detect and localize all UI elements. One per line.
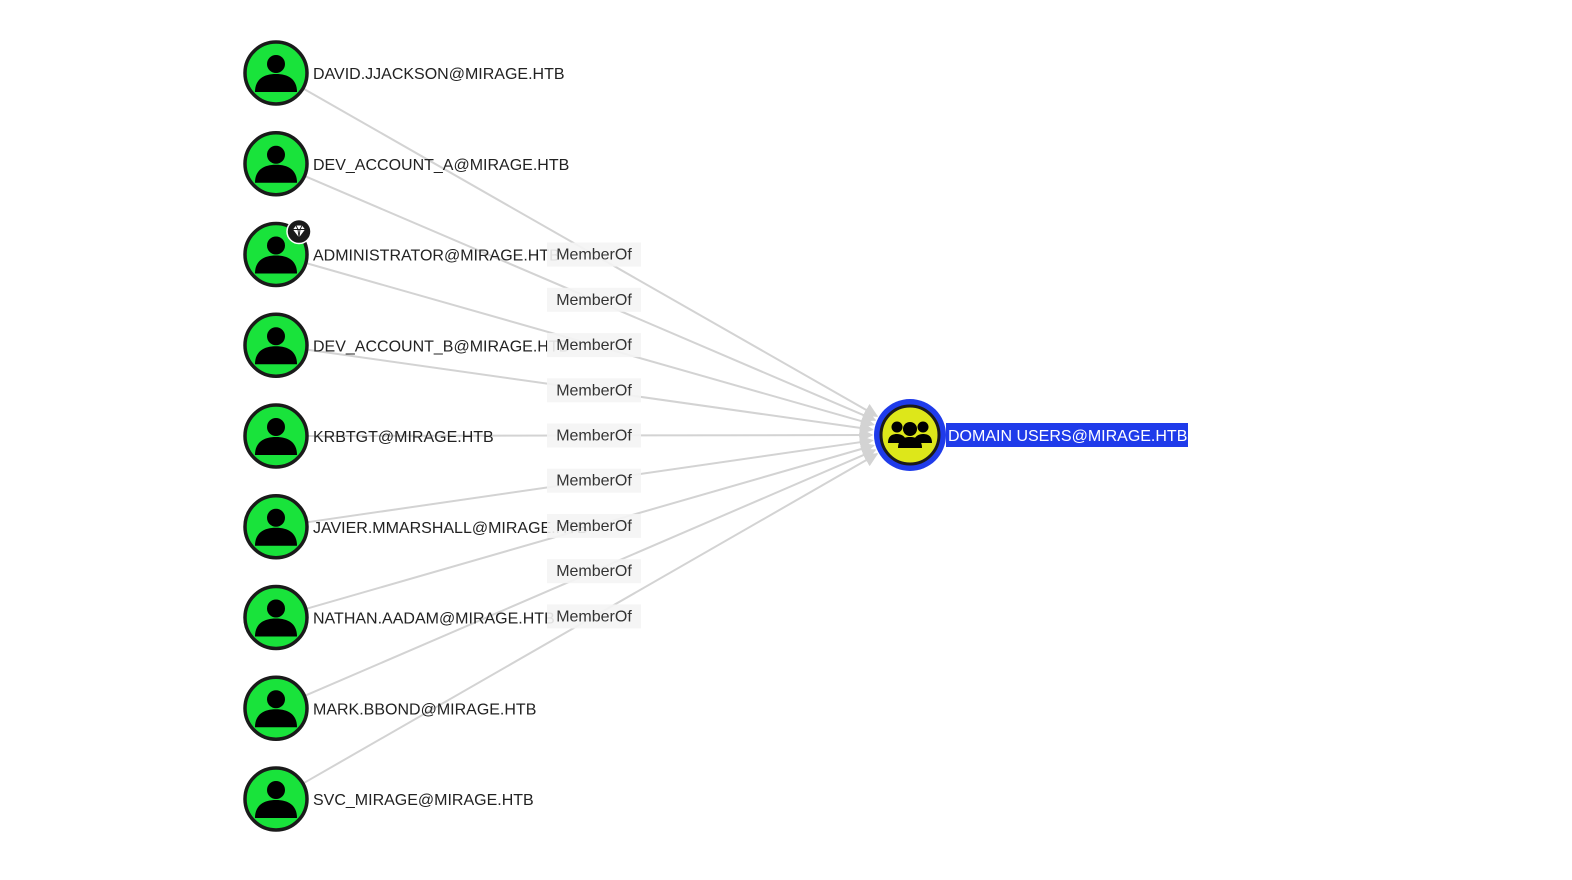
user-node-label: MARK.BBOND@MIRAGE.HTB (313, 701, 536, 718)
edge-label-text: MemberOf (556, 247, 632, 264)
user-node[interactable] (243, 494, 309, 560)
edge-label: MemberOf (547, 604, 641, 629)
user-node-label: SVC_MIRAGE@MIRAGE.HTB (313, 792, 534, 809)
edge-label: MemberOf (547, 287, 641, 312)
gem-icon (286, 218, 312, 245)
user-node[interactable] (243, 766, 309, 832)
edge-label-text: MemberOf (556, 518, 632, 535)
edge-label-text: MemberOf (556, 608, 632, 625)
edge-label: MemberOf (547, 378, 641, 403)
edge-label-text: MemberOf (556, 473, 632, 490)
user-node-label: DEV_ACCOUNT_A@MIRAGE.HTB (313, 157, 569, 174)
edge-label-text: MemberOf (556, 382, 632, 399)
user-node[interactable] (243, 675, 309, 741)
user-node[interactable] (243, 584, 309, 651)
edge-label: MemberOf (547, 559, 641, 584)
edge-label-text: MemberOf (556, 292, 632, 309)
user-node[interactable] (243, 403, 309, 469)
user-node-label: KRBTGT@MIRAGE.HTB (313, 429, 494, 446)
edge-label-text: MemberOf (556, 427, 632, 444)
edge-label: MemberOf (547, 423, 641, 448)
edge-label: MemberOf (547, 242, 641, 267)
edge-label: MemberOf (547, 468, 641, 493)
edge-labels-layer: MemberOf MemberOf MemberOf MemberOf MemberOf… (547, 242, 641, 629)
user-node-label: ADMINISTRATOR@MIRAGE.HTB (313, 248, 560, 265)
group-node[interactable] (874, 399, 946, 471)
user-node[interactable] (243, 218, 312, 288)
user-node-label: NATHAN.AADAM@MIRAGE.HTB (313, 611, 555, 628)
user-node[interactable] (243, 40, 309, 106)
edge-label-text: MemberOf (556, 337, 632, 354)
user-node[interactable] (243, 131, 309, 197)
user-node-label: DEV_ACCOUNT_B@MIRAGE.HTB (313, 338, 569, 355)
user-node-label: DAVID.JJACKSON@MIRAGE.HTB (313, 66, 565, 83)
group-node-label: DOMAIN USERS@MIRAGE.HTB (946, 423, 1188, 447)
edge-label: MemberOf (547, 333, 641, 358)
edge-label: MemberOf (547, 513, 641, 538)
user-node-label: JAVIER.MMARSHALL@MIRAGE.HTB (313, 520, 588, 537)
graph-canvas[interactable]: DAVID.JJACKSON@MIRAGE.HTB DEV_ACCOUNT_A@M… (0, 0, 1572, 880)
group-node-label-text: DOMAIN USERS@MIRAGE.HTB (948, 428, 1187, 445)
edge-label-text: MemberOf (556, 563, 632, 580)
user-node[interactable] (243, 312, 309, 378)
